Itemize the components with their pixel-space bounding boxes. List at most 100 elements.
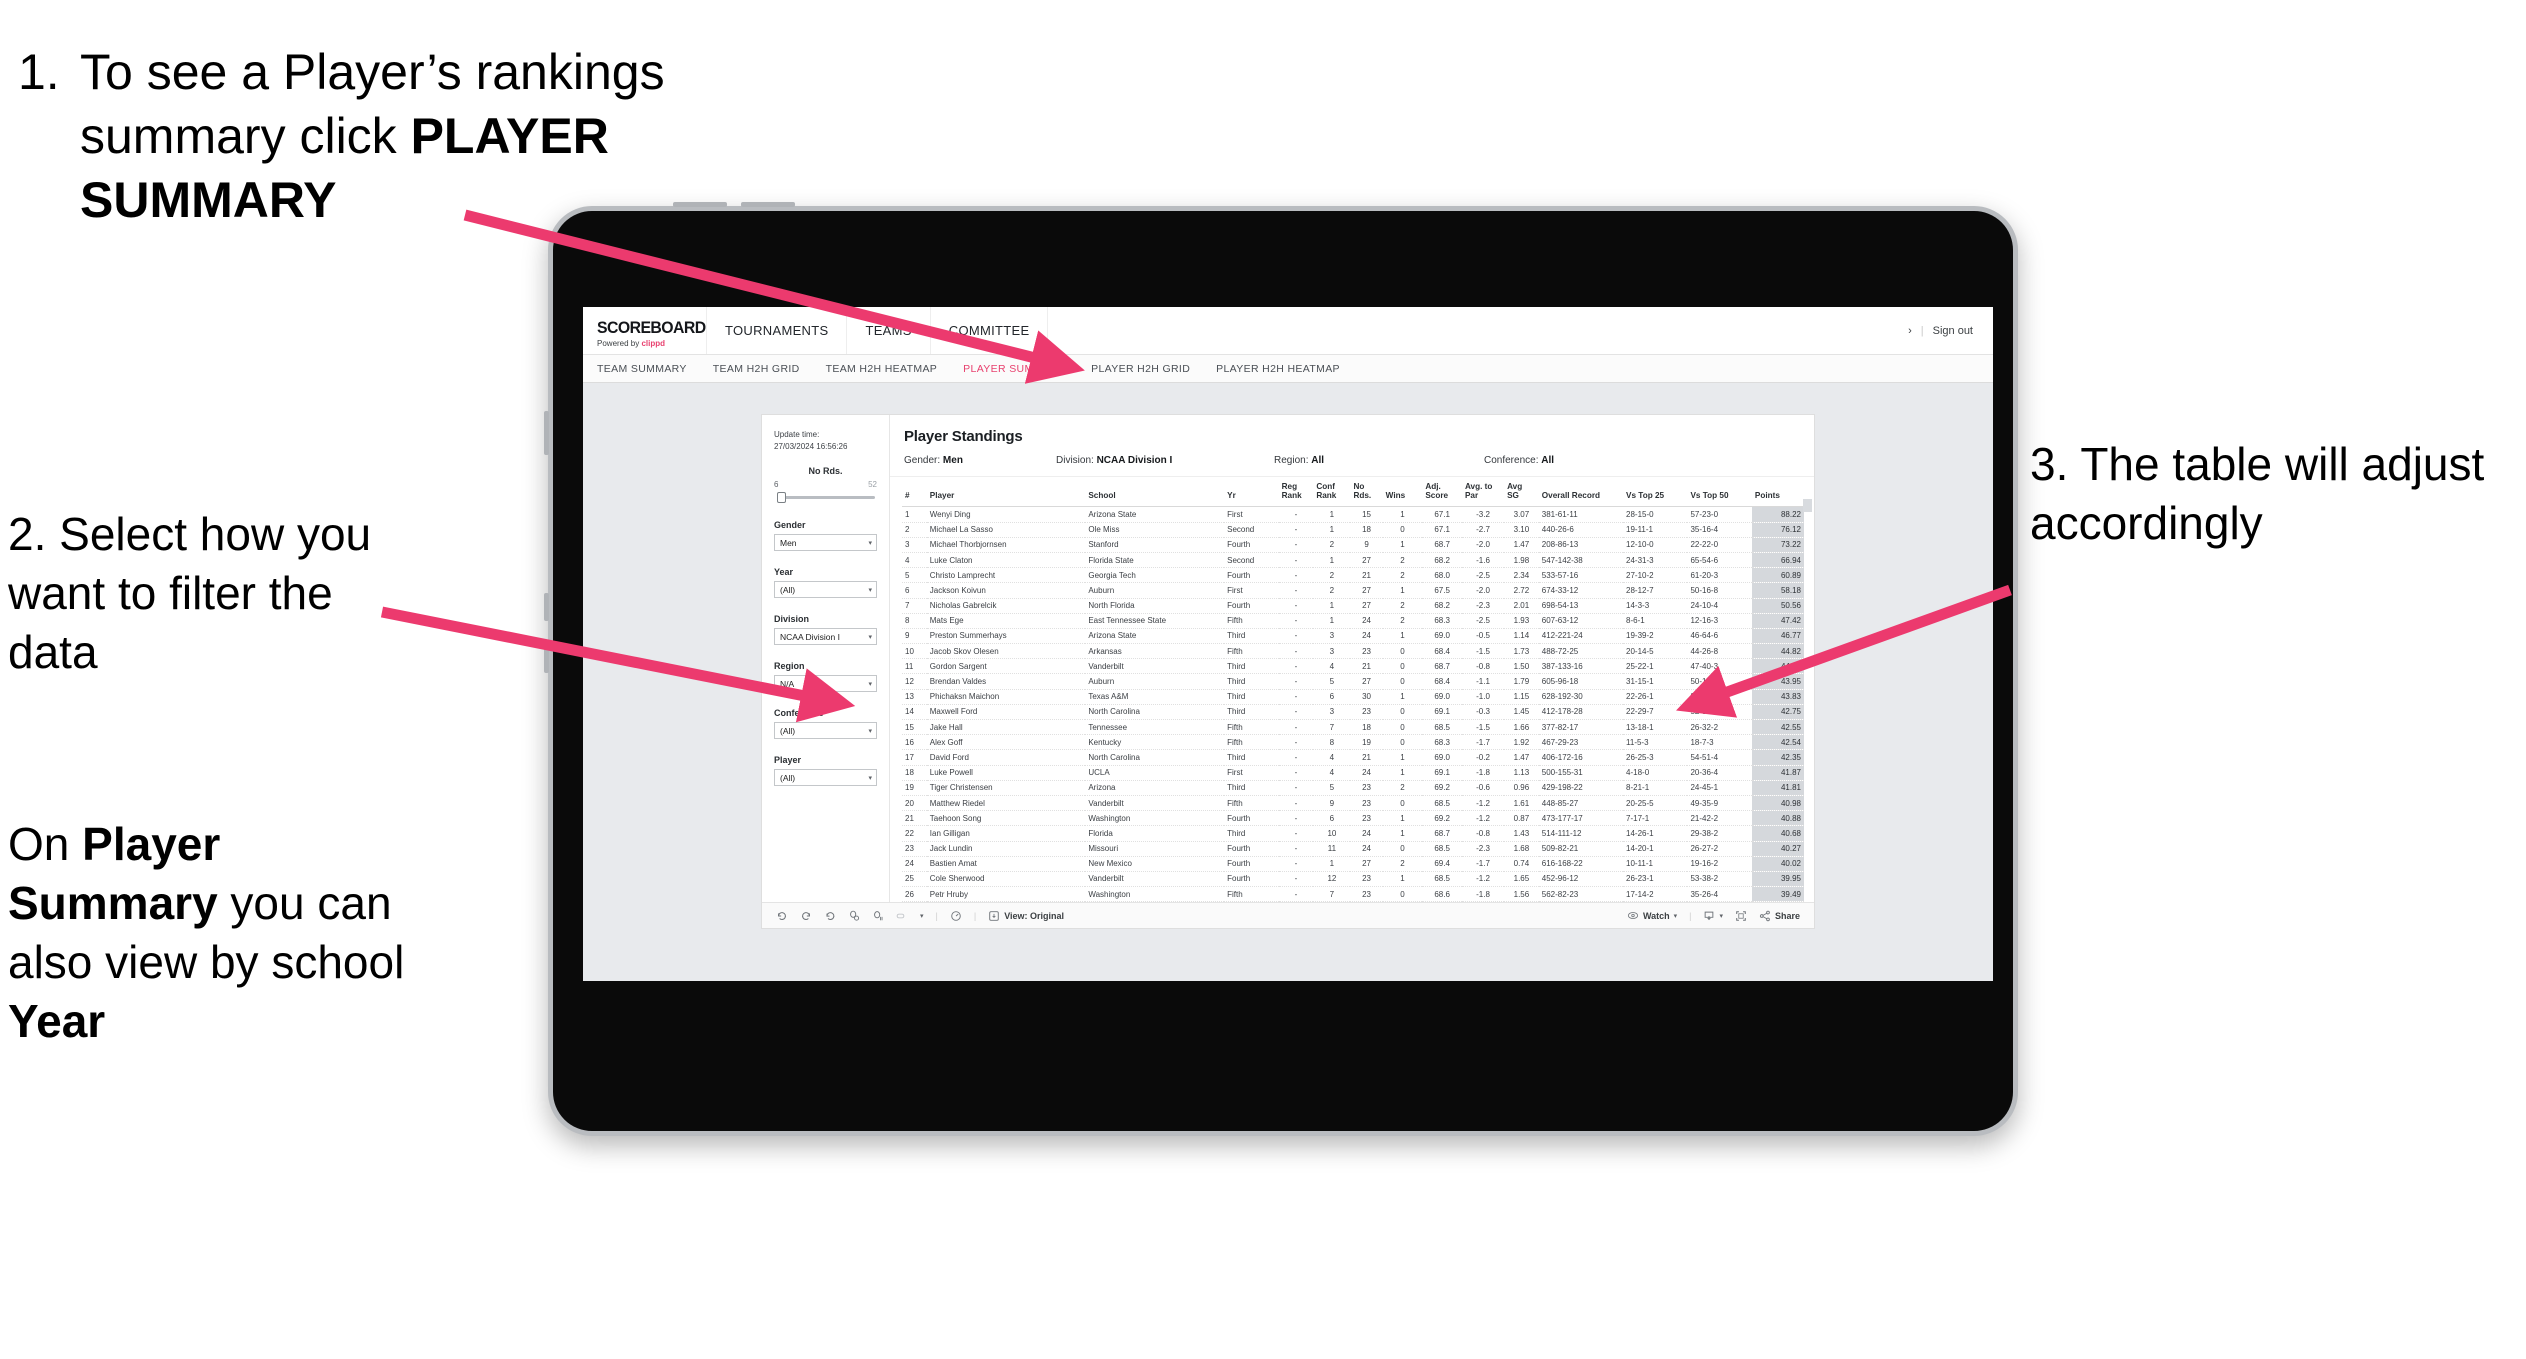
table-row[interactable]: 20 Matthew Riedel Vanderbilt Fifth -9 23 0 68.5… [902, 795, 1804, 812]
table-row[interactable]: 3 Michael Thorbjornsen Stanford Fourth -2 9 1 6… [902, 537, 1804, 553]
table-row[interactable]: 7 Nicholas Gabrelcik North Florida Fourth -1… [902, 598, 1804, 614]
vertical-scrollbar[interactable] [1803, 499, 1812, 512]
table-row[interactable]: 15 Jake Hall Tennessee Fifth -7 18 0 68.5 -1.5 1.… [902, 719, 1804, 736]
table-row[interactable]: 4 Luke Claton Florida State Second -1 27 2 68.2… [902, 552, 1804, 569]
table-row[interactable]: 24 Bastien Amat New Mexico Fourth -1 27 2 69.4-… [902, 856, 1804, 872]
table-row[interactable]: 1 Wenyi Ding Arizona State First -1 15 1 67.1 -3… [902, 506, 1804, 523]
new-worksheet-icon[interactable] [896, 910, 908, 922]
filter-player-select[interactable]: (All) ▾ [774, 769, 877, 787]
sign-out-link[interactable]: Sign out [1933, 325, 1973, 337]
meta-region: Region: All [1274, 455, 1484, 466]
filter-region-select[interactable]: N/A ▾ [774, 675, 877, 693]
table-row[interactable]: 14 Maxwell Ford North Carolina Third -3 23 0 69… [902, 704, 1804, 721]
filter-division-select[interactable]: NCAA Division I ▾ [774, 628, 877, 646]
sign-out-area[interactable]: › | Sign out [1908, 307, 1993, 354]
table-row[interactable]: 21 Taehoon Song Washington Fourth -6 23 1 69.2-… [902, 810, 1804, 827]
tablet-screen: SCOREBOARD Powered by clippd TOURNAMENTS… [583, 307, 1993, 981]
col-rank[interactable]: # [902, 477, 927, 508]
filter-year-select[interactable]: (All) ▾ [774, 581, 877, 599]
cell-sg: 3.10 [1504, 522, 1539, 538]
undo-icon[interactable] [776, 910, 788, 922]
cell-adj: 68.7 [1422, 825, 1462, 842]
tab-team-summary[interactable]: TEAM SUMMARY [597, 363, 687, 375]
no-rounds-slider-control[interactable]: No Rds. 6 52 [774, 466, 877, 504]
revert-icon[interactable] [824, 910, 836, 922]
table-row[interactable]: 6 Jackson Koivun Auburn First -2 27 1 67.5 -2.0 2… [902, 582, 1804, 599]
tab-team-h2h-grid[interactable]: TEAM H2H GRID [713, 363, 800, 375]
filter-conference-select[interactable]: (All) ▾ [774, 722, 877, 740]
table-row[interactable]: 2 Michael La Sasso Ole Miss Second -1 18 0 67.1… [902, 522, 1804, 538]
col-no-rounds[interactable]: No Rds. [1350, 477, 1383, 508]
cell-reg: - [1278, 582, 1314, 599]
table-row[interactable]: 8 Mats Ege East Tennessee State Fifth -1 24 2 6… [902, 613, 1804, 629]
cell-win: 0 [1382, 734, 1423, 751]
cell-sch: Kentucky [1085, 734, 1225, 751]
nav-item-teams[interactable]: TEAMS [847, 307, 931, 354]
chevron-down-icon[interactable]: ▾ [1674, 912, 1678, 920]
table-row[interactable]: 11 Gordon Sargent Vanderbilt Third -4 21 0 68.7… [902, 658, 1804, 675]
col-vs-top-50[interactable]: Vs Top 50 [1687, 477, 1752, 508]
table-row[interactable]: 18 Luke Powell UCLA First -4 24 1 69.1 -1.8 1.13 5… [902, 765, 1804, 781]
table-row[interactable]: 10 Jacob Skov Olesen Arkansas Fifth -3 23 0 68.… [902, 643, 1804, 660]
table-row[interactable]: 26 Petr Hruby Washington Fifth -7 23 0 68.6 -1.8… [902, 886, 1804, 903]
col-points[interactable]: Points [1751, 477, 1804, 508]
table-row[interactable]: 13 Phichaksn Maichon Texas A&M Third -6 30 1 69… [902, 689, 1804, 705]
nav-item-tournaments[interactable]: TOURNAMENTS [707, 307, 848, 354]
brand-title: SCOREBOARD [597, 317, 706, 337]
nav-item-committee[interactable]: COMMITTEE [931, 307, 1049, 354]
chevron-down-icon[interactable]: ▾ [920, 912, 924, 920]
table-row[interactable]: 16 Alex Goff Kentucky Fifth -8 19 0 68.3 -1.7 1.9… [902, 734, 1804, 751]
table-row[interactable]: 5 Christo Lamprecht Georgia Tech Fourth -2 21… [902, 567, 1804, 584]
pause-auto-update-icon[interactable] [872, 910, 884, 922]
col-conf-rank[interactable]: Conf Rank [1313, 477, 1351, 508]
table-row[interactable]: 9 Preston Summerhays Arizona State Third -3 2… [902, 628, 1804, 645]
col-wins[interactable]: Wins [1382, 477, 1423, 508]
col-overall-rec[interactable]: Overall Record [1538, 477, 1624, 508]
table-row[interactable]: 23 Jack Lundin Missouri Fourth -11 24 0 68.5 -2.… [902, 841, 1804, 857]
chevron-down-icon[interactable]: ▾ [1719, 912, 1723, 920]
table-row[interactable]: 17 David Ford North Carolina Third -4 21 1 69.0… [902, 749, 1804, 766]
device-preview-icon[interactable] [950, 910, 962, 922]
visualization-container: Update time: 27/03/2024 16:56:26 No Rds.… [762, 415, 1814, 929]
col-player[interactable]: Player [926, 477, 1086, 508]
table-row[interactable]: 22 Ian Gilligan Florida Third -10 24 1 68.7 -0.8… [902, 825, 1804, 842]
redo-icon[interactable] [800, 910, 812, 922]
table-row[interactable]: 25 Cole Sherwood Vanderbilt Fourth -12 23 1 68.… [902, 871, 1804, 888]
col-adj-score[interactable]: Adj. Score [1422, 477, 1462, 508]
cell-cf: 9 [1313, 795, 1351, 812]
table-row[interactable]: 19 Tiger Christensen Arizona Third -5 23 2 69.2… [902, 780, 1804, 796]
cell-reg: - [1278, 522, 1314, 538]
cell-ovr: 452-96-12 [1538, 871, 1624, 888]
download-button[interactable]: ▾ [1703, 910, 1723, 922]
refresh-data-icon[interactable] [848, 910, 860, 922]
tab-team-h2h-heatmap[interactable]: TEAM H2H HEATMAP [826, 363, 938, 375]
brand-logo[interactable]: SCOREBOARD Powered by clippd [583, 307, 707, 354]
view-original-button[interactable]: View: Original [988, 910, 1064, 922]
fullscreen-icon[interactable] [1735, 910, 1747, 922]
no-rounds-slider-range: 6 52 [774, 480, 877, 489]
col-school[interactable]: School [1085, 477, 1225, 508]
step-1-line-3-bold: SUMMARY [80, 172, 337, 228]
cell-sg: 1.13 [1504, 765, 1539, 781]
cell-yr: Third [1224, 704, 1279, 721]
col-year[interactable]: Yr [1224, 477, 1279, 508]
tab-player-h2h-heatmap[interactable]: PLAYER H2H HEATMAP [1216, 363, 1340, 375]
col-vs-top-25[interactable]: Vs Top 25 [1623, 477, 1688, 508]
watch-button[interactable]: Watch ▾ [1627, 910, 1677, 922]
tab-player-h2h-grid[interactable]: PLAYER H2H GRID [1091, 363, 1190, 375]
cell-play: Phichaksn Maichon [926, 689, 1086, 705]
cell-sch: North Carolina [1085, 704, 1225, 721]
table-row[interactable]: 12 Brendan Valdes Auburn Third -5 27 0 68.4 -1.1… [902, 673, 1804, 690]
tab-player-summary[interactable]: PLAYER SUMMARY [963, 363, 1065, 375]
filter-gender-select[interactable]: Men ▾ [774, 534, 877, 552]
share-button[interactable]: Share [1759, 910, 1800, 922]
chevron-down-icon: ▾ [868, 727, 872, 735]
cell-adj: 69.4 [1422, 856, 1462, 872]
col-avg-to-par[interactable]: Avg. to Par [1461, 477, 1505, 508]
col-avg-sg[interactable]: Avg SG [1504, 477, 1539, 508]
slider-handle[interactable] [777, 492, 786, 504]
cell-adj: 68.2 [1422, 598, 1462, 614]
slider-track[interactable] [774, 490, 877, 504]
col-reg-rank[interactable]: Reg Rank [1278, 477, 1314, 508]
cell-pts: 42.55 [1751, 719, 1804, 736]
